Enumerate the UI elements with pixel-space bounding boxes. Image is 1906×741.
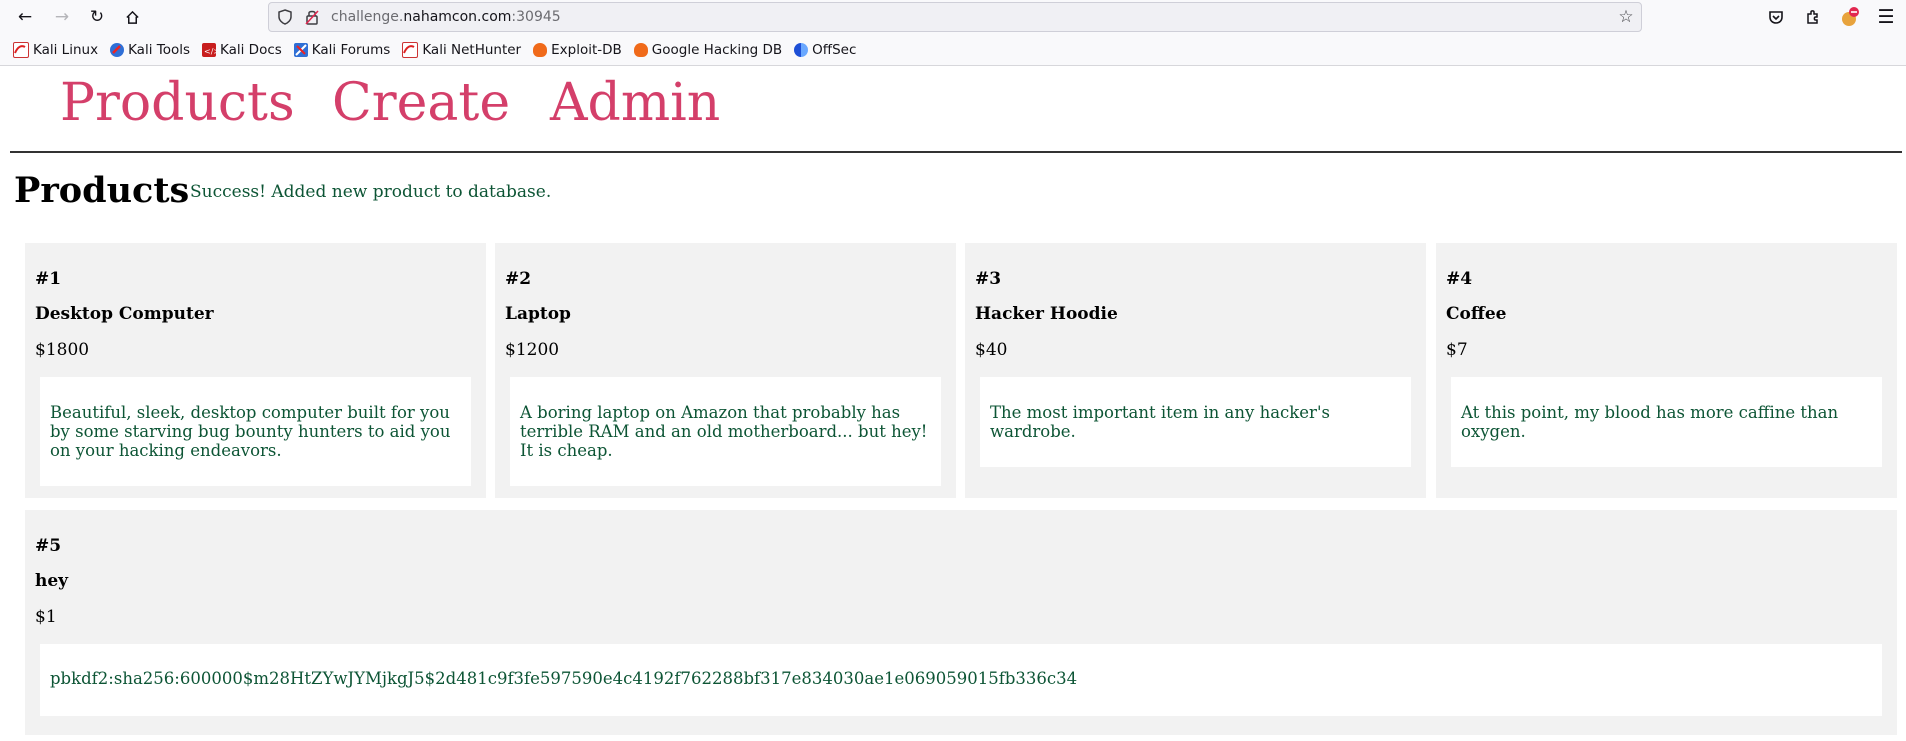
kali-forums-icon — [293, 42, 308, 57]
product-id: #2 — [505, 269, 532, 289]
kali-tools-icon — [110, 42, 125, 57]
product-price: $40 — [975, 340, 1008, 360]
product-card: #2 Laptop $1200 A boring laptop on Amazo… — [495, 243, 956, 498]
url-subdomain: challenge. — [331, 9, 404, 25]
extensions-icon[interactable] — [1801, 5, 1825, 29]
bookmark-kali-forums[interactable]: Kali Forums — [293, 41, 391, 58]
success-message: Success! Added new product to database. — [190, 182, 552, 202]
bookmark-google-hacking-db[interactable]: Google Hacking DB — [633, 41, 783, 58]
url-bar[interactable]: challenge.nahamcon.com:30945 ☆ — [268, 2, 1642, 32]
extension-badge-icon[interactable] — [1838, 5, 1862, 29]
product-card: #5 hey $1 pbkdf2:sha256:600000$m28HtZYwJ… — [25, 510, 1897, 735]
url-port: :30945 — [511, 9, 561, 25]
browser-toolbar: ← → ↻ challenge.nahamcon.com:30945 ☆ ☰ — [0, 0, 1906, 34]
site-nav: Products Create Admin — [10, 66, 1902, 153]
bookmark-label: Kali Linux — [33, 41, 99, 58]
nav-link-create[interactable]: Create — [332, 73, 510, 134]
bookmark-exploit-db[interactable]: Exploit-DB — [533, 42, 622, 58]
product-description: A boring laptop on Amazon that probably … — [510, 377, 941, 486]
bookmark-star-icon[interactable]: ☆ — [1617, 7, 1635, 27]
tracking-shield-icon[interactable] — [276, 8, 294, 26]
product-price: $1 — [35, 607, 57, 627]
page-title: Products — [14, 170, 190, 211]
back-arrow-icon[interactable]: ← — [13, 5, 37, 29]
kali-docs-icon: </> — [202, 42, 216, 57]
bookmark-label: Exploit-DB — [551, 41, 622, 58]
product-price: $1800 — [35, 340, 90, 360]
bookmark-label: Kali NetHunter — [422, 41, 522, 58]
product-description: At this point, my blood has more caffine… — [1451, 377, 1882, 467]
product-description: pbkdf2:sha256:600000$m28HtZYwJYMjkgJ5$2d… — [40, 644, 1882, 716]
bookmark-offsec[interactable]: OffSec — [794, 42, 856, 58]
nav-link-products[interactable]: Products — [60, 73, 295, 134]
bookmark-label: Kali Docs — [220, 41, 282, 58]
forward-arrow-icon[interactable]: → — [50, 5, 74, 29]
product-description: The most important item in any hacker's … — [980, 377, 1411, 467]
product-name: hey — [35, 571, 69, 591]
bookmarks-toolbar: Kali Linux Kali Tools </> Kali Docs Kali… — [0, 34, 1906, 66]
svg-text:</>: </> — [204, 47, 216, 56]
nav-link-admin[interactable]: Admin — [550, 73, 720, 134]
bookmark-kali-nethunter[interactable]: Kali NetHunter — [402, 41, 522, 58]
product-id: #3 — [975, 269, 1002, 289]
reload-icon[interactable]: ↻ — [85, 5, 109, 29]
bookmark-kali-tools[interactable]: Kali Tools — [110, 42, 190, 58]
bookmark-label: Kali Forums — [311, 41, 391, 58]
product-name: Desktop Computer — [35, 304, 214, 324]
product-card: #1 Desktop Computer $1800 Beautiful, sle… — [25, 243, 486, 498]
menu-icon[interactable]: ☰ — [1874, 5, 1898, 29]
ghdb-icon — [633, 42, 648, 57]
url-text[interactable]: challenge.nahamcon.com:30945 — [331, 9, 561, 25]
product-name: Coffee — [1446, 304, 1507, 324]
url-domain: nahamcon.com — [403, 9, 512, 25]
product-card: #4 Coffee $7 At this point, my blood has… — [1436, 243, 1897, 498]
page-content: Products Create Admin Products Success! … — [0, 66, 1906, 741]
product-price: $1200 — [505, 340, 560, 360]
product-name: Laptop — [505, 304, 571, 324]
product-card: #3 Hacker Hoodie $40 The most important … — [965, 243, 1426, 498]
bookmark-label: Kali Tools — [128, 41, 190, 58]
exploit-db-icon — [533, 42, 548, 57]
bookmark-kali-linux[interactable]: Kali Linux — [13, 41, 99, 58]
product-name: Hacker Hoodie — [975, 304, 1118, 324]
product-id: #5 — [35, 536, 62, 556]
product-id: #1 — [35, 269, 62, 289]
insecure-lock-icon[interactable] — [303, 8, 321, 26]
product-id: #4 — [1446, 269, 1473, 289]
offsec-icon — [794, 42, 809, 57]
home-icon[interactable] — [120, 5, 144, 29]
product-price: $7 — [1446, 340, 1468, 360]
product-description: Beautiful, sleek, desktop computer built… — [40, 377, 471, 486]
kali-dragon-icon — [13, 41, 29, 58]
bookmark-label: OffSec — [812, 41, 857, 58]
bookmark-kali-docs[interactable]: </> Kali Docs — [202, 42, 282, 58]
kali-nethunter-icon — [402, 41, 419, 58]
bookmark-label: Google Hacking DB — [651, 41, 783, 58]
pocket-icon[interactable] — [1764, 5, 1788, 29]
